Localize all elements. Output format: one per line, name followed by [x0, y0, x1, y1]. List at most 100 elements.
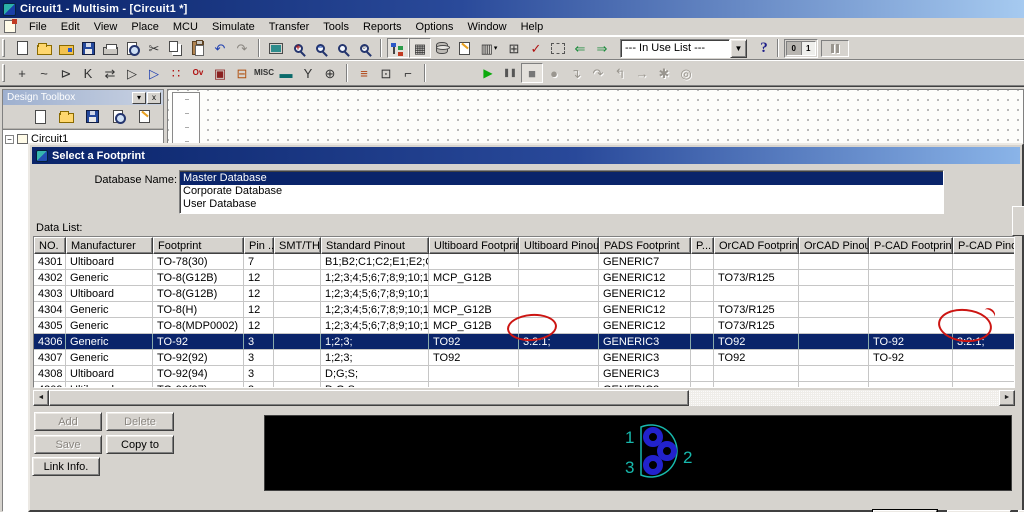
panel-minimize-icon[interactable]: ▾: [132, 91, 146, 104]
place-mixed-button[interactable]: Ov: [187, 63, 209, 83]
place-basic-button[interactable]: ~: [33, 63, 55, 83]
postprocessor-button[interactable]: ⊞: [503, 38, 525, 58]
place-transistor-button[interactable]: K: [77, 63, 99, 83]
place-ladder-rungs-button[interactable]: ≡: [353, 63, 375, 83]
place-rf-button[interactable]: Y: [297, 63, 319, 83]
grapher-dropdown-icon[interactable]: ▾: [494, 44, 498, 52]
place-misc-component-button[interactable]: MISC: [253, 63, 275, 83]
menu-file[interactable]: File: [22, 19, 54, 35]
copy-button[interactable]: [165, 38, 187, 58]
zoom-100-button[interactable]: [331, 38, 353, 58]
open-button[interactable]: [33, 38, 55, 58]
column-header-standard_pinout[interactable]: Standard Pinout: [321, 237, 429, 254]
column-header-smt_th[interactable]: SMT/TH: [274, 237, 321, 254]
menu-tools[interactable]: Tools: [316, 19, 356, 35]
place-source-button[interactable]: +: [11, 63, 33, 83]
fullscreen-button[interactable]: [265, 38, 287, 58]
stop-simulation-button[interactable]: ■: [521, 63, 543, 83]
breakpoints-button[interactable]: ◎: [675, 63, 697, 83]
place-cmos-button[interactable]: ▷: [143, 63, 165, 83]
database-option[interactable]: User Database: [180, 198, 943, 211]
run-to-cursor-button[interactable]: →: [631, 63, 653, 83]
new-button[interactable]: [11, 38, 33, 58]
help-button[interactable]: ?: [753, 38, 775, 58]
column-header-footprint[interactable]: Footprint: [153, 237, 244, 254]
scroll-right-icon[interactable]: ►: [999, 390, 1015, 406]
zoom-fit-button[interactable]: ▫: [353, 38, 375, 58]
redo-button[interactable]: ↷: [231, 38, 253, 58]
place-ttl-button[interactable]: ▷: [121, 63, 143, 83]
record-button[interactable]: ●: [543, 63, 565, 83]
save-button[interactable]: [77, 38, 99, 58]
menu-simulate[interactable]: Simulate: [205, 19, 262, 35]
delete-button[interactable]: Delete: [106, 412, 174, 431]
menu-place[interactable]: Place: [124, 19, 166, 35]
step-out-button[interactable]: ↰: [609, 63, 631, 83]
column-header-orcad_pinout[interactable]: OrCAD Pinout: [799, 237, 869, 254]
zoom-out-button[interactable]: −: [309, 38, 331, 58]
toolbar-drag-handle[interactable]: [2, 64, 5, 82]
run-simulation-button[interactable]: ▶: [477, 63, 499, 83]
toolbox-properties-button[interactable]: [133, 107, 155, 127]
place-analog-button[interactable]: ⇄: [99, 63, 121, 83]
print-preview-button[interactable]: [121, 38, 143, 58]
undo-button[interactable]: ↶: [209, 38, 231, 58]
step-over-button[interactable]: ↷: [587, 63, 609, 83]
dialog-titlebar[interactable]: Select a Footprint: [32, 147, 1020, 164]
open-sample-button[interactable]: [55, 38, 77, 58]
table-horizontal-scrollbar[interactable]: ◄ ►: [33, 390, 1015, 406]
database-manager-button[interactable]: [431, 38, 453, 58]
toolbox-open-button[interactable]: [55, 107, 77, 127]
column-header-pins[interactable]: Pin ...: [244, 237, 274, 254]
scroll-left-icon[interactable]: ◄: [33, 390, 49, 406]
grapher-button[interactable]: ▥ ▾: [475, 38, 503, 58]
table-row-4308[interactable]: 4308 Ultiboard TO-92(94) 3 D;G;S; GENERIC3: [34, 366, 1014, 382]
menu-help[interactable]: Help: [514, 19, 551, 35]
clipped-button[interactable]: [1012, 206, 1024, 236]
place-electromechanical-button[interactable]: ⊕: [319, 63, 341, 83]
in-use-list-dropdown-icon[interactable]: ▼: [730, 38, 747, 58]
column-header-pcad_pinout[interactable]: P-CAD Pinout: [953, 237, 1014, 254]
column-header-manufacturer[interactable]: Manufacturer: [66, 237, 153, 254]
menu-reports[interactable]: Reports: [356, 19, 409, 35]
design-toolbox-titlebar[interactable]: Design Toolbox ▾ x: [3, 90, 163, 105]
column-header-pcad_footprint[interactable]: P-CAD Footprint: [869, 237, 953, 254]
simulation-pause-switch[interactable]: [823, 42, 847, 55]
in-use-list-combo[interactable]: --- In Use List --- ▼: [620, 38, 747, 58]
place-advanced-peripherals-button[interactable]: ▬: [275, 63, 297, 83]
menu-window[interactable]: Window: [460, 19, 513, 35]
panel-close-icon[interactable]: x: [147, 91, 161, 104]
scrollbar-thumb[interactable]: [49, 390, 689, 406]
database-listbox[interactable]: Master Database Corporate Database User Da…: [179, 170, 944, 214]
menu-mcu[interactable]: MCU: [166, 19, 205, 35]
database-option[interactable]: Corporate Database: [180, 185, 943, 198]
document-icon[interactable]: [4, 19, 17, 33]
step-into-button[interactable]: ↴: [565, 63, 587, 83]
link-info-button[interactable]: Link Info.: [32, 457, 100, 476]
component-wizard-button[interactable]: [453, 38, 475, 58]
design-toolbox-button[interactable]: [387, 38, 409, 58]
pause-at-next-statement-button[interactable]: ✱: [653, 63, 675, 83]
capture-area-button[interactable]: [547, 38, 569, 58]
tree-expander-icon[interactable]: −: [5, 134, 14, 144]
menu-edit[interactable]: Edit: [54, 19, 87, 35]
cut-button[interactable]: ✂: [143, 38, 165, 58]
column-header-ultiboard_pinout[interactable]: Ultiboard Pinout: [519, 237, 599, 254]
menu-view[interactable]: View: [87, 19, 125, 35]
table-row-4301[interactable]: 4301 Ultiboard TO-78(30) 7 B1;B2;C1;C2;E1;E2…: [34, 254, 1014, 270]
database-option[interactable]: Master Database: [180, 172, 943, 185]
column-header-orcad_footprint[interactable]: OrCAD Footprint: [714, 237, 799, 254]
save-button[interactable]: Save: [34, 435, 102, 454]
place-misc-digital-button[interactable]: ∷: [165, 63, 187, 83]
zoom-in-button[interactable]: +: [287, 38, 309, 58]
toolbox-close-button[interactable]: [107, 107, 129, 127]
electrical-rules-check-button[interactable]: ✓: [525, 38, 547, 58]
table-row-4307[interactable]: 4307 Generic TO-92(92) 3 1;2;3; TO92 GENERIC3 T…: [34, 350, 1014, 366]
toolbox-new-button[interactable]: [29, 107, 51, 127]
place-bus-button[interactable]: ⌐: [397, 63, 419, 83]
column-header-p[interactable]: P...: [691, 237, 714, 254]
toolbar-drag-handle[interactable]: [2, 39, 5, 57]
menu-options[interactable]: Options: [409, 19, 461, 35]
toolbox-save-button[interactable]: [81, 107, 103, 127]
add-button[interactable]: Add: [34, 412, 102, 431]
